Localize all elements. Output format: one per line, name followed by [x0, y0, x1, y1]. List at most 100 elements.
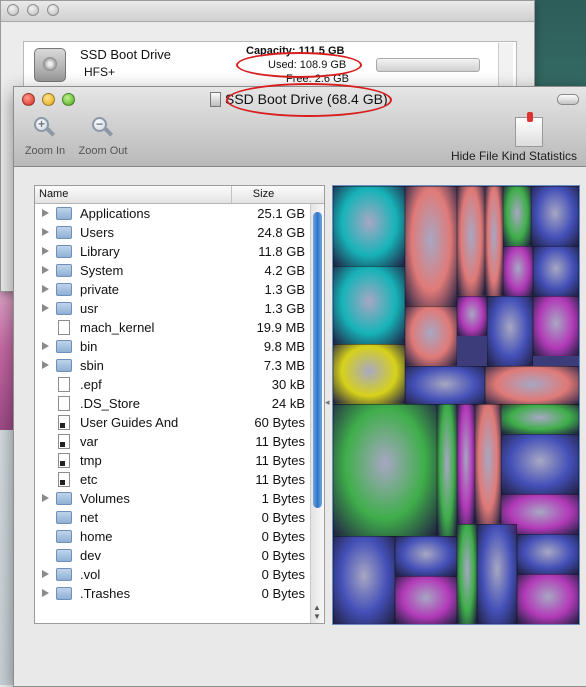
zoom-out-label: Zoom Out	[78, 145, 128, 157]
treemap-cell[interactable]	[395, 536, 457, 576]
split-view-divider[interactable]: ◂	[325, 397, 330, 408]
zoom-button[interactable]	[62, 93, 75, 106]
file-icon	[58, 377, 70, 392]
outline-row[interactable]: etc 11 Bytes	[35, 470, 311, 489]
outline-row[interactable]: Applications 25.1 GB	[35, 204, 311, 223]
outline-row[interactable]: var 11 Bytes	[35, 432, 311, 451]
scrollbar-thumb[interactable]	[313, 212, 322, 508]
column-header-size[interactable]: Size	[231, 186, 295, 203]
treemap-cell[interactable]	[395, 576, 457, 624]
treemap-cell[interactable]	[333, 266, 405, 344]
item-size: 0 Bytes	[261, 586, 305, 601]
treemap-cell[interactable]	[487, 296, 533, 366]
disclosure-triangle-icon[interactable]	[42, 570, 49, 578]
disk-name: SSD Boot Drive	[80, 47, 172, 62]
treemap-cell[interactable]	[457, 186, 485, 296]
treemap-cell[interactable]	[457, 524, 477, 624]
disclosure-triangle-icon[interactable]	[42, 209, 49, 217]
disclosure-triangle-icon[interactable]	[42, 494, 49, 502]
outline-scrollbar[interactable]: ▲ ▼	[310, 204, 324, 623]
item-size: 24 kB	[271, 396, 305, 411]
window-toolbar: SSD Boot Drive (68.4 GB) + Zoom In − Zoo…	[14, 83, 586, 167]
outline-row[interactable]: home 0 Bytes	[35, 527, 311, 546]
disclosure-triangle-icon[interactable]	[42, 247, 49, 255]
treemap-cell[interactable]	[533, 246, 579, 296]
outline-row[interactable]: net 0 Bytes	[35, 508, 311, 527]
item-size: 0 Bytes	[261, 548, 305, 563]
column-header-name[interactable]: Name	[39, 188, 68, 200]
zoom-out-icon: −	[92, 117, 114, 141]
outline-row[interactable]: Library 11.8 GB	[35, 242, 311, 261]
treemap-cell[interactable]	[333, 536, 395, 624]
close-button-inactive[interactable]	[7, 4, 19, 16]
outline-row[interactable]: bin 9.8 MB	[35, 337, 311, 356]
item-size: 24.8 GB	[257, 225, 305, 240]
outline-row[interactable]: tmp 11 Bytes	[35, 451, 311, 470]
disk-list-scrollbar[interactable]	[498, 43, 513, 89]
treemap-cell[interactable]	[517, 574, 579, 624]
toolbar-toggle-button[interactable]	[557, 94, 579, 105]
treemap-cell[interactable]	[405, 306, 457, 366]
outline-row[interactable]: dev 0 Bytes	[35, 546, 311, 565]
minimize-button[interactable]	[42, 93, 55, 106]
outline-row[interactable]: .vol 0 Bytes	[35, 565, 311, 584]
outline-row[interactable]: System 4.2 GB	[35, 261, 311, 280]
outline-row[interactable]: .epf 30 kB	[35, 375, 311, 394]
outline-row[interactable]: private 1.3 GB	[35, 280, 311, 299]
hide-file-kind-statistics-button[interactable]: Hide File Kind Statistics	[451, 149, 577, 163]
treemap-cell[interactable]	[333, 344, 405, 404]
file-outline-view[interactable]: Name Size Applications 25.1 GB Users 24.8 G…	[34, 185, 325, 624]
treemap-cell[interactable]	[501, 434, 579, 494]
item-size: 60 Bytes	[254, 415, 305, 430]
close-button[interactable]	[22, 93, 35, 106]
outline-row[interactable]: mach_kernel 19.9 MB	[35, 318, 311, 337]
disclosure-triangle-icon[interactable]	[42, 304, 49, 312]
outline-row[interactable]: sbin 7.3 MB	[35, 356, 311, 375]
treemap-cell[interactable]	[405, 366, 485, 406]
treemap-cell[interactable]	[503, 246, 533, 296]
disclosure-triangle-icon[interactable]	[42, 228, 49, 236]
outline-row[interactable]: Users 24.8 GB	[35, 223, 311, 242]
disclosure-triangle-icon[interactable]	[42, 266, 49, 274]
document-icon	[210, 91, 221, 107]
treemap-cell[interactable]	[457, 296, 487, 336]
outline-row[interactable]: .DS_Store 24 kB	[35, 394, 311, 413]
alias-icon	[58, 415, 70, 430]
zoom-button-inactive[interactable]	[47, 4, 59, 16]
treemap-cell[interactable]	[533, 296, 579, 356]
treemap-cell[interactable]	[333, 404, 437, 536]
folder-icon	[56, 264, 72, 277]
treemap-cell[interactable]	[405, 186, 457, 306]
zoom-out-button[interactable]: − Zoom Out	[74, 117, 132, 157]
hard-drive-icon	[34, 48, 66, 82]
folder-icon	[56, 492, 72, 505]
scroll-arrows[interactable]: ▲ ▼	[313, 603, 321, 621]
outline-row[interactable]: usr 1.3 GB	[35, 299, 311, 318]
file-kind-statistics-icon[interactable]	[515, 112, 543, 147]
outline-row[interactable]: .Trashes 0 Bytes	[35, 584, 311, 603]
treemap-cell[interactable]	[501, 404, 579, 434]
item-name: etc	[80, 472, 98, 487]
disclosure-triangle-icon[interactable]	[42, 342, 49, 350]
treemap-view[interactable]	[332, 185, 580, 625]
treemap-cell[interactable]	[503, 186, 531, 246]
treemap-cell[interactable]	[531, 186, 579, 246]
treemap-cell[interactable]	[517, 534, 579, 574]
treemap-cell[interactable]	[333, 186, 405, 266]
outline-row[interactable]: Volumes 1 Bytes	[35, 489, 311, 508]
minimize-button-inactive[interactable]	[27, 4, 39, 16]
item-size: 11 Bytes	[255, 472, 305, 487]
treemap-cell[interactable]	[477, 524, 517, 624]
outline-row[interactable]: User Guides And 60 Bytes	[35, 413, 311, 432]
disclosure-triangle-icon[interactable]	[42, 589, 49, 597]
disclosure-triangle-icon[interactable]	[42, 361, 49, 369]
treemap-cell[interactable]	[437, 404, 457, 536]
disclosure-triangle-icon[interactable]	[42, 285, 49, 293]
treemap-cell[interactable]	[457, 404, 475, 524]
treemap-cell[interactable]	[475, 404, 501, 524]
treemap-cell[interactable]	[485, 366, 579, 406]
item-size: 7.3 MB	[263, 358, 305, 373]
zoom-in-button[interactable]: + Zoom In	[22, 117, 68, 157]
treemap-cell[interactable]	[485, 186, 503, 296]
zoom-in-icon: +	[34, 117, 56, 141]
